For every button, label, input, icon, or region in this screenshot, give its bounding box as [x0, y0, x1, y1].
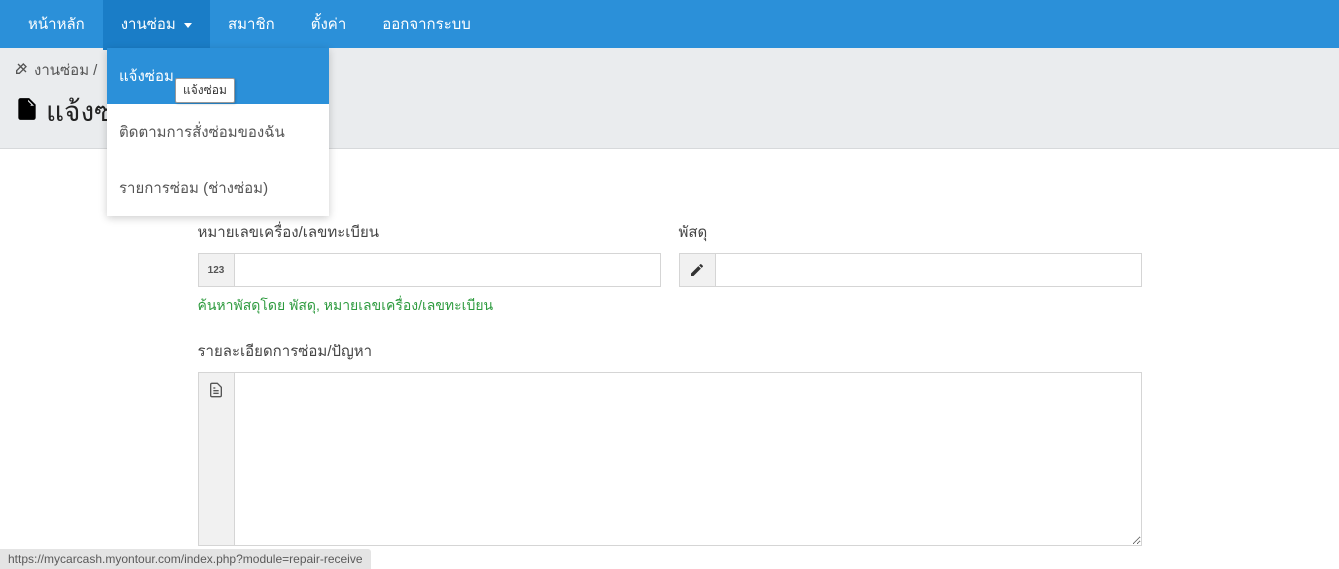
nav-member[interactable]: สมาชิก [210, 0, 293, 50]
tooltip: แจ้งซ่อม [175, 78, 235, 103]
repair-dropdown: แจ้งซ่อม แจ้งซ่อม ติดตามการสั่งซ่อมของฉั… [107, 48, 329, 216]
chevron-down-icon [184, 23, 192, 28]
dropdown-item-repair-list[interactable]: รายการซ่อม (ช่างซ่อม) [107, 160, 329, 216]
supply-col: พัสดุ [679, 220, 1142, 317]
pencil-icon [680, 254, 716, 286]
nav-home[interactable]: หน้าหลัก [10, 0, 103, 50]
status-bar: https://mycarcash.myontour.com/index.php… [0, 549, 371, 569]
form-row-top: หมายเลขเครื่อง/เลขทะเบียน 123 ค้นหาพัสดุ… [198, 220, 1142, 317]
detail-textarea-group [198, 372, 1142, 546]
tools-icon [14, 60, 30, 80]
serial-label: หมายเลขเครื่อง/เลขทะเบียน [198, 220, 661, 244]
card-header: การซ่อม [198, 167, 1142, 220]
serial-input-group: 123 [198, 253, 661, 287]
nav-settings[interactable]: ตั้งค่า [293, 0, 365, 50]
file-edit-icon [14, 96, 40, 129]
nav-repair-label: งานซ่อม [121, 16, 176, 33]
dropdown-item-track-my-repair[interactable]: ติดตามการสั่งซ่อมของฉัน [107, 104, 329, 160]
serial-col: หมายเลขเครื่อง/เลขทะเบียน 123 ค้นหาพัสดุ… [198, 220, 661, 317]
detail-textarea[interactable] [235, 373, 1141, 545]
nav-logout[interactable]: ออกจากระบบ [364, 0, 489, 50]
supply-label: พัสดุ [679, 220, 1142, 244]
dropdown-item-label: แจ้งซ่อม [119, 68, 174, 85]
dropdown-item-report-repair[interactable]: แจ้งซ่อม แจ้งซ่อม [107, 48, 329, 104]
detail-label: รายละเอียดการซ่อม/ปัญหา [198, 339, 1142, 363]
top-nav: หน้าหลัก งานซ่อม สมาชิก ตั้งค่า ออกจากระ… [0, 0, 1339, 48]
serial-input[interactable] [235, 254, 660, 286]
serial-hint: ค้นหาพัสดุโดย พัสดุ, หมายเลขเครื่อง/เลขท… [198, 295, 661, 317]
repair-form-card: การซ่อม หมายเลขเครื่อง/เลขทะเบียน 123 ค้… [198, 167, 1142, 546]
page-title-text: แจ้งซ่ [46, 90, 113, 134]
breadcrumb-root[interactable]: งานซ่อม [34, 58, 89, 82]
nav-repair[interactable]: งานซ่อม [103, 0, 210, 50]
supply-input-group [679, 253, 1142, 287]
breadcrumb-sep: / [93, 62, 97, 79]
document-icon [199, 373, 235, 545]
number-icon: 123 [199, 254, 235, 286]
supply-input[interactable] [716, 254, 1141, 286]
